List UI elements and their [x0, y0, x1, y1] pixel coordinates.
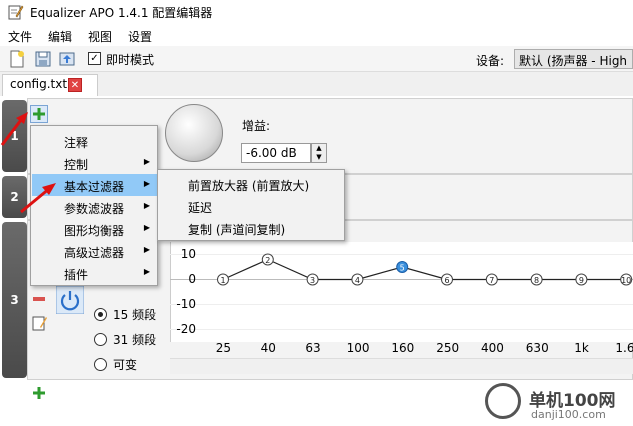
menu-item-2[interactable]: 控制 ▶	[32, 152, 158, 174]
x-tick-label: 630	[525, 341, 549, 355]
submenu-preamp[interactable]: 前置放大器 (前置放大)	[188, 177, 309, 194]
chevron-right-icon: ▶	[143, 201, 150, 210]
eq-point[interactable]: 9	[575, 273, 588, 286]
band-15-label: 15 频段	[113, 308, 157, 322]
band-15-radio[interactable]	[94, 308, 107, 321]
eq-point-label: 4	[355, 276, 360, 285]
x-tick-label: 63	[305, 341, 321, 355]
menu-item-7[interactable]: 插件 ▶	[32, 262, 158, 284]
gain-input[interactable]: -6.00 dB	[241, 143, 311, 163]
band-31-label: 31 频段	[113, 333, 157, 347]
chevron-right-icon: ▶	[143, 157, 150, 166]
watermark-url: danji100.com	[531, 408, 606, 421]
annotation-arrow-1	[0, 112, 28, 146]
band-variable-label: 可变	[113, 358, 138, 372]
eq-point-label: 8	[534, 276, 539, 285]
save-icon[interactable]	[34, 50, 52, 68]
band-variable-radio[interactable]	[94, 358, 107, 371]
chevron-right-icon: ▶	[143, 223, 150, 232]
menu-bar: 文件 编辑 视图 设置	[0, 24, 633, 46]
power-icon[interactable]	[56, 286, 84, 314]
chevron-right-icon: ▶	[143, 267, 150, 276]
eq-point[interactable]: 3	[306, 273, 319, 286]
submenu-delay[interactable]: 延迟	[188, 199, 212, 216]
menu-item-label: 参数滤波器	[64, 202, 125, 216]
eq-point[interactable]: 5	[396, 261, 409, 273]
eq-point[interactable]: 7	[485, 273, 498, 286]
x-tick-label: 1k	[574, 341, 589, 355]
x-tick-label: 1.6	[615, 341, 633, 355]
eq-graph[interactable]: 1 2 3 4 5 6 7 8 9 10	[170, 242, 633, 342]
eq-point[interactable]: 2	[261, 253, 274, 266]
tab-config-label: config.txt	[10, 77, 68, 91]
remove-icon[interactable]	[32, 292, 46, 306]
y-tick-label: 0	[188, 271, 196, 286]
horizontal-scrollbar[interactable]	[170, 358, 633, 374]
eq-curve	[222, 258, 627, 281]
menu-item-label: 注释	[64, 136, 89, 150]
gain-label: 增益:	[242, 119, 271, 133]
x-tick-label: 400	[481, 341, 504, 355]
device-label: 设备:	[476, 54, 505, 68]
menu-item-label: 基本过滤器	[64, 180, 125, 194]
menu-item-6[interactable]: 高级过滤器 ▶	[32, 240, 158, 262]
eq-point-label: 1	[220, 276, 225, 285]
x-tick-label: 160	[391, 341, 415, 355]
new-file-icon[interactable]	[8, 50, 26, 68]
eq-point[interactable]: 1	[217, 273, 229, 286]
app-icon	[8, 5, 24, 20]
eq-point-label: 10	[621, 276, 631, 285]
eq-point-label: 5	[400, 264, 405, 273]
section-number-3: 3	[2, 222, 27, 378]
chevron-right-icon: ▶	[143, 245, 150, 254]
eq-point[interactable]: 4	[351, 273, 364, 286]
eq-point[interactable]: 6	[441, 273, 453, 286]
watermark-logo	[485, 383, 521, 419]
band-31-radio[interactable]	[94, 333, 107, 346]
eq-point[interactable]: 8	[530, 273, 543, 286]
x-tick-label: 40	[260, 341, 276, 355]
submenu-copy[interactable]: 复制 (声道间复制)	[188, 221, 285, 238]
window-title: Equalizer APO 1.4.1 配置编辑器	[30, 6, 213, 20]
x-tick-label: 25	[215, 341, 232, 355]
menu-settings[interactable]: 设置	[128, 28, 152, 45]
add-filter-icon[interactable]	[30, 105, 48, 123]
eq-point[interactable]: 10	[620, 273, 633, 286]
edit-icon[interactable]	[32, 315, 48, 331]
menu-item-5[interactable]: 图形均衡器 ▶	[32, 218, 158, 240]
menu-item-label: 图形均衡器	[64, 224, 125, 238]
menu-item-1[interactable]: 注释	[32, 130, 158, 152]
x-tick-label: 250	[436, 341, 460, 355]
open-icon[interactable]	[58, 50, 76, 68]
menu-item-label: 高级过滤器	[64, 246, 125, 260]
eq-point-label: 7	[489, 276, 494, 285]
menu-view[interactable]: 视图	[88, 28, 112, 45]
eq-point-label: 3	[310, 276, 315, 285]
eq-point-label: 6	[444, 276, 449, 285]
annotation-arrow-2	[20, 183, 56, 214]
menu-file[interactable]: 文件	[8, 28, 32, 45]
eq-point-label: 9	[579, 276, 584, 285]
y-tick-label: -20	[176, 321, 196, 336]
menu-item-label: 插件	[64, 268, 89, 282]
gain-knob[interactable]	[165, 104, 223, 162]
instant-mode-label: 即时模式	[106, 53, 155, 67]
menu-item-label: 控制	[64, 158, 89, 172]
basic-filters-submenu: 前置放大器 (前置放大) 延迟 复制 (声道间复制)	[157, 169, 345, 241]
menu-edit[interactable]: 编辑	[48, 28, 72, 45]
close-icon[interactable]: ✕	[68, 78, 82, 92]
eq-point-label: 2	[265, 256, 270, 265]
chevron-right-icon: ▶	[143, 179, 150, 188]
device-select[interactable]: 默认 (扬声器 - High De	[514, 49, 633, 69]
instant-mode-checkbox[interactable]: ✓	[88, 52, 101, 65]
y-tick-label: -10	[176, 296, 196, 311]
x-tick-label: 100	[346, 341, 370, 355]
gain-stepper[interactable]: ▲ ▼	[311, 143, 327, 163]
add-section-icon[interactable]	[32, 386, 46, 400]
y-tick-label: 10	[180, 246, 196, 261]
